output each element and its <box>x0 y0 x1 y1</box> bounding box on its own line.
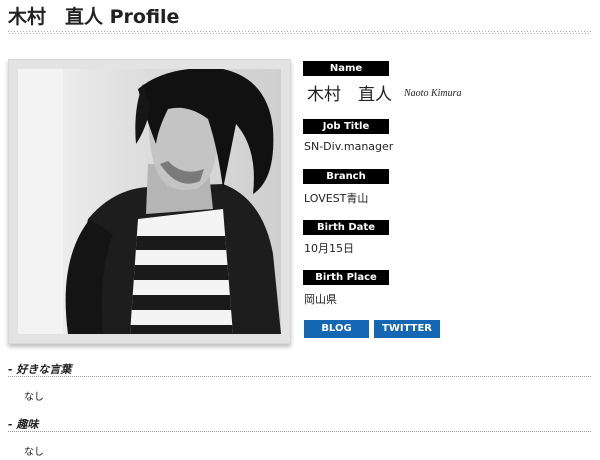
job-title-value: SN-Div.manager <box>304 140 394 153</box>
birth-place-value: 岡山県 <box>304 293 337 306</box>
section-body-hobbies: なし <box>24 447 44 458</box>
title-divider <box>8 31 591 35</box>
section-divider <box>8 376 591 377</box>
photo-frame <box>8 59 291 344</box>
section-body-favorite-words: なし <box>24 392 44 403</box>
section-divider <box>8 431 591 432</box>
branch-value: LOVEST青山 <box>304 192 369 205</box>
job-title-label: Job Title <box>303 119 389 134</box>
birth-date-label: Birth Date <box>303 220 389 235</box>
name-label: Name <box>303 61 389 76</box>
page-title: 木村 直人 Profile <box>8 6 180 28</box>
birth-place-label: Birth Place <box>303 270 389 285</box>
profile-photo <box>18 69 281 334</box>
twitter-button[interactable]: TWITTER <box>374 320 440 338</box>
name-japanese: 木村 直人 <box>307 85 392 105</box>
branch-label: Branch <box>303 169 389 184</box>
name-english: Naoto Kimura <box>404 88 462 99</box>
section-heading-hobbies: - 趣味 <box>8 418 39 431</box>
section-heading-favorite-words: - 好きな言葉 <box>8 363 72 376</box>
birth-date-value: 10月15日 <box>304 242 354 255</box>
blog-button[interactable]: BLOG <box>304 320 369 338</box>
portrait-illustration <box>18 69 281 334</box>
